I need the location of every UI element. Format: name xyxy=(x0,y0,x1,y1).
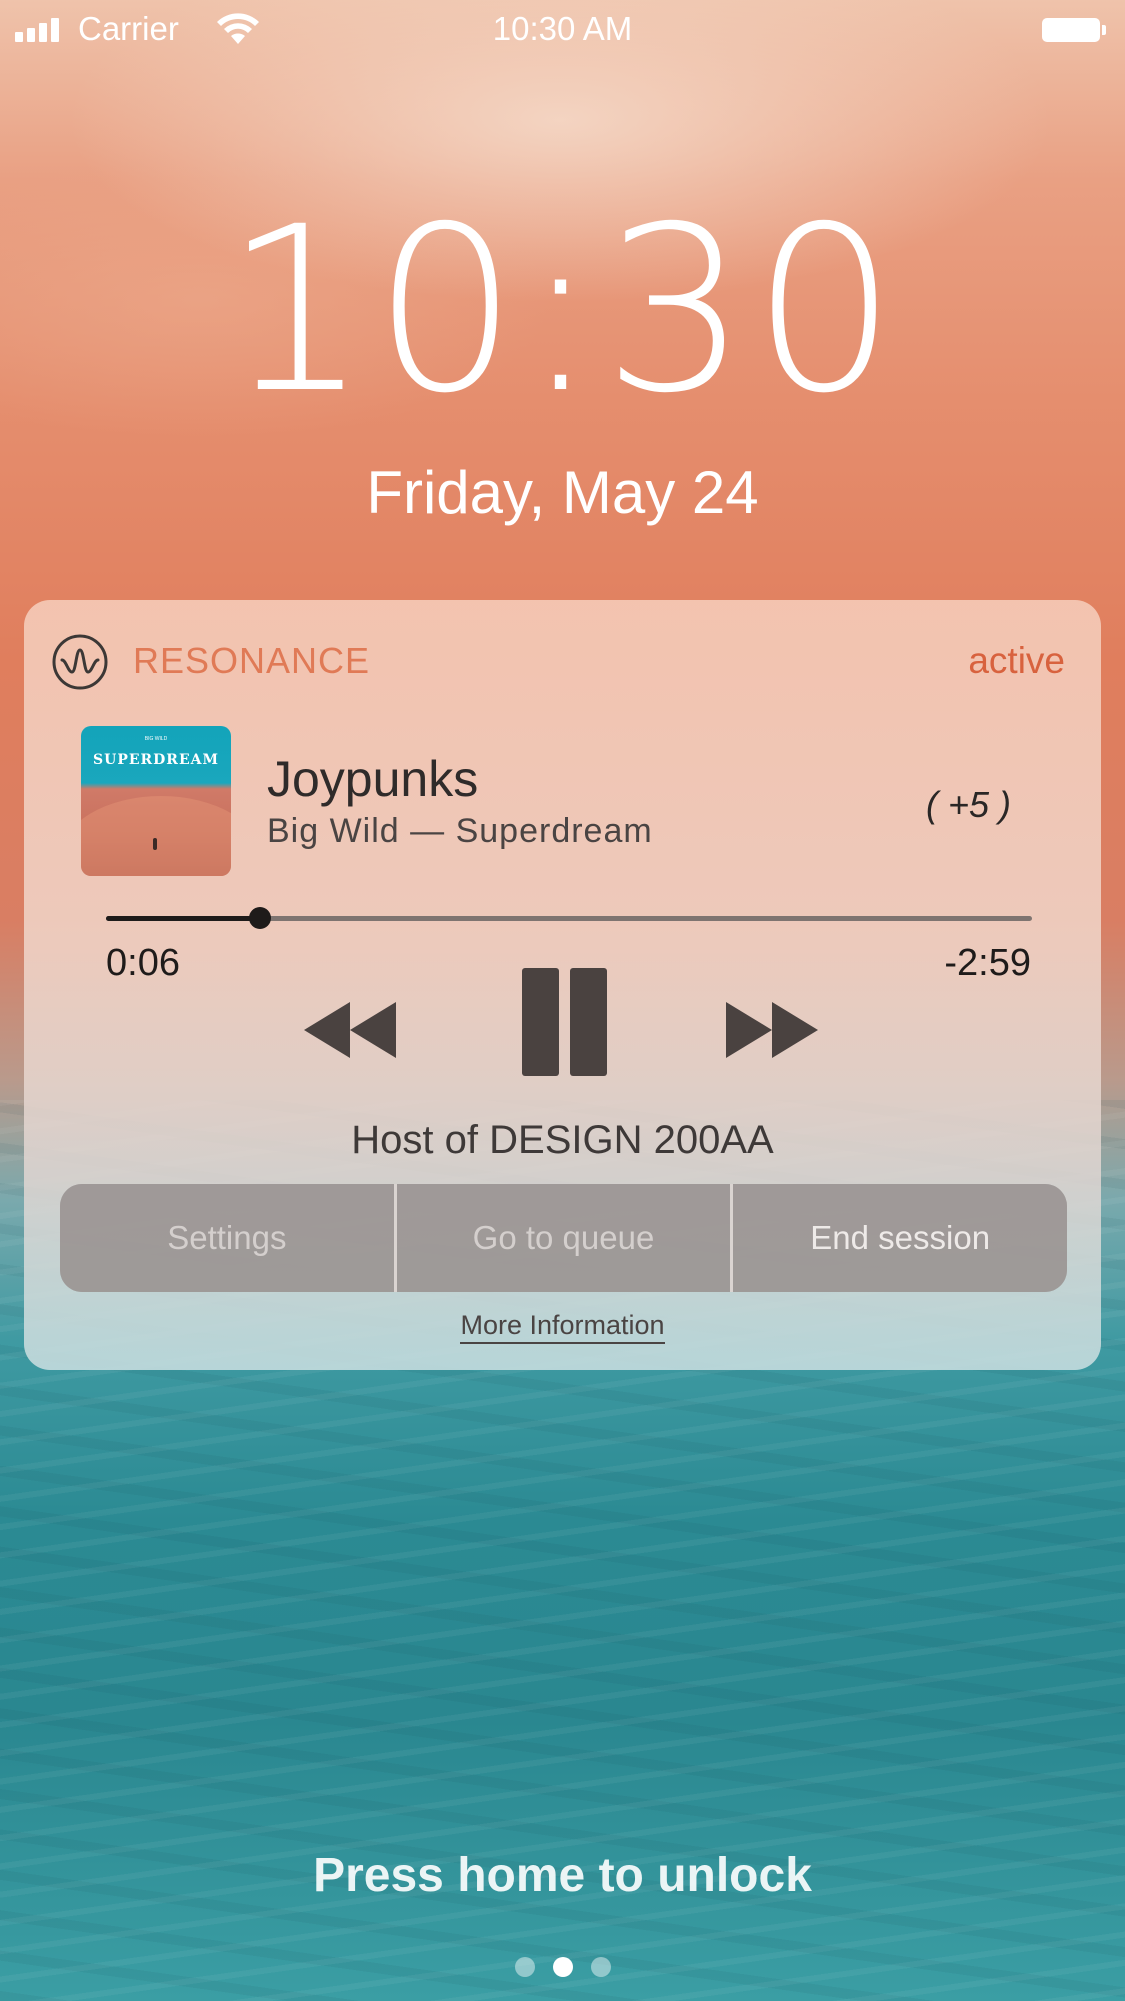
pause-icon[interactable] xyxy=(522,968,608,1076)
more-information-link[interactable]: More Information xyxy=(460,1310,665,1344)
rewind-icon[interactable] xyxy=(304,1000,404,1060)
elapsed-time: 0:06 xyxy=(106,942,180,984)
session-status: active xyxy=(968,640,1065,681)
app-name: RESONANCE xyxy=(133,640,371,681)
fast-forward-icon[interactable] xyxy=(726,1000,826,1060)
track-title: Joypunks xyxy=(267,751,479,807)
playback-scrubber[interactable] xyxy=(106,907,1032,929)
album-art-figure xyxy=(153,838,157,850)
remaining-time: -2:59 xyxy=(944,942,1031,984)
action-buttons: Settings Go to queue End session xyxy=(60,1184,1067,1292)
track-artist-album: Big Wild — Superdream xyxy=(267,812,653,850)
unlock-hint: Press home to unlock xyxy=(313,1849,812,1902)
page-dot xyxy=(514,1957,535,1977)
status-time: 10:30 AM xyxy=(492,10,633,47)
resonance-logo-icon xyxy=(52,634,108,690)
lock-screen-clock: 10:30 xyxy=(223,177,902,443)
album-art: BIG WILD SUPERDREAM xyxy=(81,726,231,876)
album-art-brand: BIG WILD xyxy=(144,736,168,742)
page-dot xyxy=(552,1957,573,1977)
page-dot xyxy=(590,1957,611,1977)
page-indicator xyxy=(0,1957,1125,1977)
album-art-dune xyxy=(81,796,231,876)
now-playing-notification[interactable]: RESONANCE active BIG WILD SUPERDREAM Joy… xyxy=(24,600,1101,1370)
host-label: Host of DESIGN 200AA xyxy=(351,1118,774,1162)
status-bar: Carrier 10:30 AM xyxy=(0,0,1125,58)
progress-fill xyxy=(106,916,260,921)
more-information-container: More Information xyxy=(24,1310,1101,1344)
vote-count[interactable]: ( +5 ) xyxy=(926,784,1011,826)
battery-icon xyxy=(1042,18,1106,42)
go-to-queue-button[interactable]: Go to queue xyxy=(393,1184,731,1292)
lock-screen-date: Friday, May 24 xyxy=(366,459,759,526)
scrubber-thumb[interactable] xyxy=(248,907,271,929)
settings-button[interactable]: Settings xyxy=(60,1184,394,1292)
album-art-title: SUPERDREAM xyxy=(93,752,219,768)
end-session-button[interactable]: End session xyxy=(730,1184,1067,1292)
